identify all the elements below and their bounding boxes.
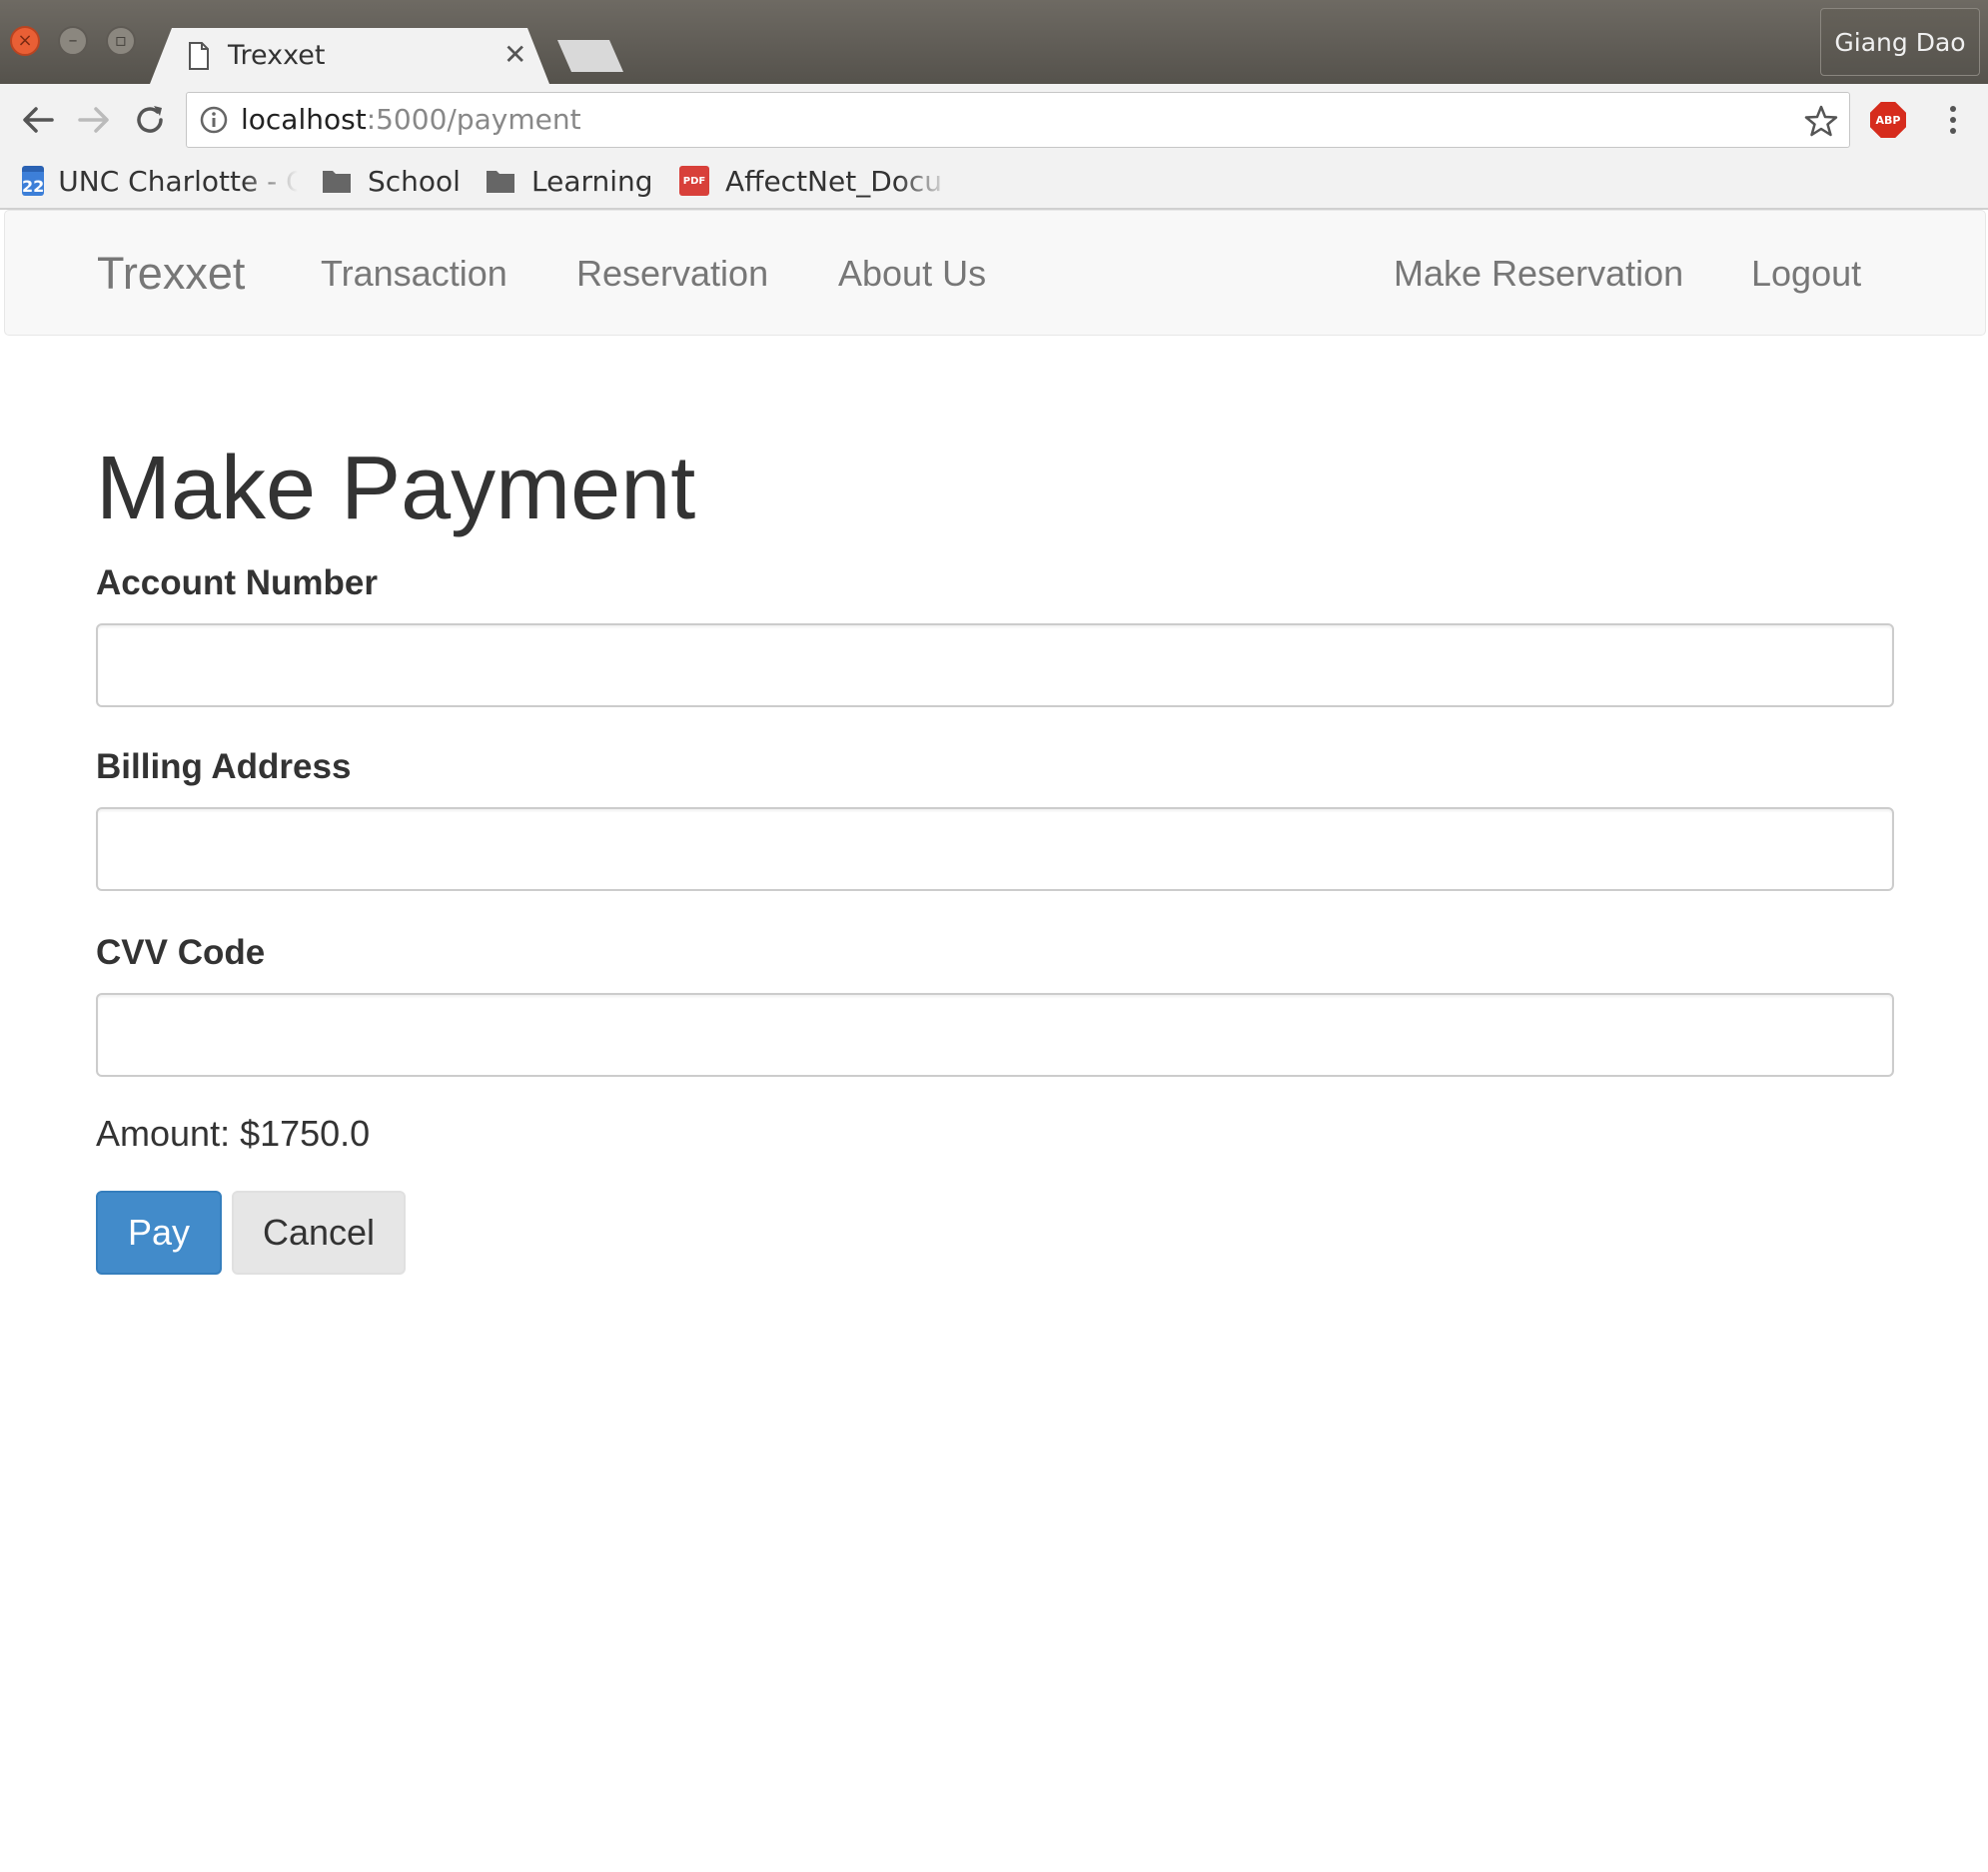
address-bar[interactable]: localhost:5000/payment <box>186 92 1850 148</box>
profile-name: Giang Dao <box>1834 27 1966 57</box>
site-navbar: Trexxet Transaction Reservation About Us… <box>4 210 1986 336</box>
folder-icon <box>487 171 514 193</box>
bookmark-unc-charlotte[interactable]: 22 UNC Charlotte - C <box>22 156 298 206</box>
kebab-menu-icon[interactable] <box>1936 100 1970 140</box>
tab-title: Trexxet <box>228 40 326 71</box>
cancel-button[interactable]: Cancel <box>232 1191 406 1275</box>
billing-address-input[interactable] <box>96 807 1894 891</box>
nav-link-logout[interactable]: Logout <box>1751 211 1861 337</box>
nav-link-transaction[interactable]: Transaction <box>321 211 507 337</box>
bookmark-label: UNC Charlotte - C <box>58 164 298 198</box>
bookmark-label: AffectNet_Docu <box>725 164 943 198</box>
bookmark-affectnet[interactable]: PDF AffectNet_Docu <box>679 156 951 206</box>
bookmark-label: Learning <box>531 164 653 198</box>
folder-icon <box>323 171 351 193</box>
calendar-icon: 22 <box>22 166 45 196</box>
info-icon[interactable] <box>199 105 229 135</box>
bookmark-school[interactable]: School <box>322 156 461 206</box>
nav-link-about-us[interactable]: About Us <box>838 211 986 337</box>
tab-close-icon[interactable]: ✕ <box>503 38 526 71</box>
new-tab-button[interactable] <box>557 40 623 72</box>
cvv-code-label: CVV Code <box>96 933 266 972</box>
forward-arrow-icon[interactable] <box>74 100 114 140</box>
browser-toolbar: localhost:5000/payment ABP 22 UNC Charlo… <box>0 84 1988 210</box>
navbar-brand[interactable]: Trexxet <box>97 211 245 337</box>
billing-address-label: Billing Address <box>96 747 352 786</box>
adblock-icon[interactable]: ABP <box>1870 102 1906 138</box>
page-title: Make Payment <box>96 439 696 538</box>
browser-titlebar: × – ▫ Trexxet ✕ Giang Dao <box>0 0 1988 84</box>
url-path: :5000/payment <box>366 103 581 136</box>
payment-amount: Amount: $1750.0 <box>96 1113 371 1154</box>
cvv-code-input[interactable] <box>96 993 1894 1077</box>
reload-icon[interactable] <box>130 100 170 140</box>
nav-link-reservation[interactable]: Reservation <box>576 211 768 337</box>
adblock-label: ABP <box>1875 113 1901 127</box>
url-text[interactable]: localhost:5000/payment <box>241 103 581 136</box>
bookmarks-bar: 22 UNC Charlotte - C School Learning PDF… <box>0 156 1988 206</box>
account-number-input[interactable] <box>96 623 1894 707</box>
url-host: localhost <box>241 103 367 136</box>
bookmark-star-icon[interactable] <box>1803 103 1839 139</box>
document-icon <box>189 42 209 70</box>
pdf-icon: PDF <box>679 166 709 196</box>
bookmark-learning[interactable]: Learning <box>486 156 653 206</box>
account-number-label: Account Number <box>96 563 378 602</box>
browser-tab[interactable]: Trexxet ✕ <box>150 28 549 84</box>
window-maximize-button[interactable]: ▫ <box>106 26 136 56</box>
window-close-button[interactable]: × <box>10 26 40 56</box>
profile-button[interactable]: Giang Dao <box>1820 8 1980 76</box>
bookmark-label: School <box>368 164 461 198</box>
back-arrow-icon[interactable] <box>18 100 58 140</box>
nav-link-make-reservation[interactable]: Make Reservation <box>1394 211 1683 337</box>
window-minimize-button[interactable]: – <box>58 26 88 56</box>
pay-button[interactable]: Pay <box>96 1191 222 1275</box>
